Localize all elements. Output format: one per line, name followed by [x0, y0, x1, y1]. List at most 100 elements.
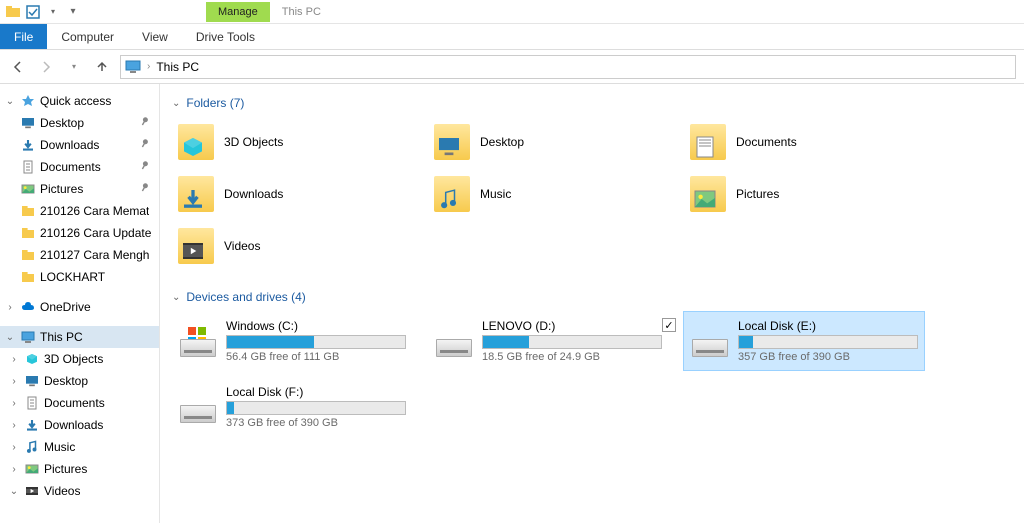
tree-label: Downloads — [44, 418, 103, 432]
drive-item[interactable]: ✓Local Disk (E:)357 GB free of 390 GB — [684, 312, 924, 370]
checkbox-icon[interactable]: ✓ — [662, 318, 676, 332]
expand-icon[interactable]: › — [8, 376, 20, 387]
3d-icon — [24, 351, 40, 367]
drive-capacity-bar — [226, 401, 406, 415]
drive-item[interactable]: LENOVO (D:)18.5 GB free of 24.9 GB — [428, 312, 668, 370]
title-bar: ▾ ▾ Manage This PC — [0, 0, 1024, 24]
folder-item[interactable]: Music — [428, 170, 668, 218]
collapse-icon[interactable]: ⌄ — [4, 96, 16, 107]
folder-icon — [20, 225, 36, 241]
tree-this-pc[interactable]: ⌄ This PC — [0, 326, 159, 348]
desktop-icon — [20, 115, 36, 131]
chevron-right-icon[interactable]: › — [147, 61, 150, 72]
expand-icon[interactable]: ⌄ — [8, 486, 20, 497]
group-header-drives[interactable]: ⌄ Devices and drives (4) — [172, 290, 1012, 304]
tree-label: Quick access — [40, 94, 111, 108]
sidebar-item-quick[interactable]: LOCKHART — [0, 266, 159, 288]
expand-icon[interactable]: › — [8, 464, 20, 475]
folder-item[interactable]: Videos — [172, 222, 412, 270]
chevron-down-icon[interactable]: ⌄ — [172, 98, 180, 109]
ribbon-tab-file[interactable]: File — [0, 24, 47, 49]
folder-icon — [688, 174, 728, 214]
folder-item[interactable]: Pictures — [684, 170, 924, 218]
group-header-label: Folders (7) — [186, 96, 244, 110]
sidebar-item-quick[interactable]: Downloads — [0, 134, 159, 156]
properties-icon[interactable] — [24, 3, 42, 21]
folder-item[interactable]: 3D Objects — [172, 118, 412, 166]
documents-icon — [20, 159, 36, 175]
folder-label: Documents — [736, 135, 797, 149]
qat-overflow-icon[interactable]: ▾ — [64, 3, 82, 21]
drive-free-text: 357 GB free of 390 GB — [738, 351, 918, 363]
address-bar[interactable]: › This PC — [120, 55, 1016, 79]
tree-label: 210126 Cara Memat — [40, 204, 149, 218]
documents-icon — [24, 395, 40, 411]
qat-dropdown-icon[interactable]: ▾ — [44, 3, 62, 21]
expand-icon[interactable]: › — [8, 354, 20, 365]
pin-icon — [138, 181, 157, 198]
ribbon-tab-view[interactable]: View — [128, 24, 182, 49]
ribbon-tab-drive-tools[interactable]: Drive Tools — [182, 24, 269, 49]
sidebar-item-pc[interactable]: ⌄ Videos — [0, 480, 159, 502]
drive-free-text: 18.5 GB free of 24.9 GB — [482, 351, 662, 363]
folder-label: 3D Objects — [224, 135, 283, 149]
group-header-label: Devices and drives (4) — [186, 290, 305, 304]
tree-label: Videos — [44, 484, 80, 498]
downloads-icon — [24, 417, 40, 433]
sidebar-item-pc[interactable]: › Downloads — [0, 414, 159, 436]
this-pc-icon — [125, 59, 141, 75]
ribbon-tab-computer[interactable]: Computer — [47, 24, 128, 49]
collapse-icon[interactable]: ⌄ — [4, 332, 16, 343]
sidebar-item-pc[interactable]: ›Music — [0, 436, 159, 458]
up-button[interactable] — [92, 57, 112, 77]
pin-icon — [138, 115, 157, 132]
expand-icon[interactable]: › — [8, 398, 20, 409]
desktop-icon — [24, 373, 40, 389]
pictures-icon — [24, 461, 40, 477]
folder-label: Music — [480, 187, 511, 201]
forward-button[interactable] — [36, 57, 56, 77]
drive-label: Windows (C:) — [226, 319, 406, 333]
expand-icon[interactable]: › — [8, 420, 20, 431]
folder-icon — [20, 203, 36, 219]
recent-dropdown-icon[interactable]: ▾ — [64, 57, 84, 77]
folder-item[interactable]: Desktop — [428, 118, 668, 166]
folder-item[interactable]: Downloads — [172, 170, 412, 218]
tree-quick-access[interactable]: ⌄ Quick access — [0, 90, 159, 112]
sidebar-item-quick[interactable]: Documents — [0, 156, 159, 178]
drive-item[interactable]: Local Disk (F:)373 GB free of 390 GB — [172, 378, 412, 436]
tree-label: 210126 Cara Update — [40, 226, 151, 240]
drive-free-text: 56.4 GB free of 111 GB — [226, 351, 406, 363]
tree-label: OneDrive — [40, 300, 91, 314]
sidebar-item-pc[interactable]: › 3D Objects — [0, 348, 159, 370]
sidebar-item-quick[interactable]: Desktop — [0, 112, 159, 134]
explorer-icon — [4, 3, 22, 21]
tree-label: Desktop — [44, 374, 88, 388]
tree-onedrive[interactable]: › OneDrive — [0, 296, 159, 318]
drive-item[interactable]: Windows (C:) 56.4 GB free of 111 GB — [172, 312, 412, 370]
videos-icon — [24, 483, 40, 499]
sidebar-item-quick[interactable]: 210126 Cara Update — [0, 222, 159, 244]
back-button[interactable] — [8, 57, 28, 77]
expand-icon[interactable]: › — [4, 302, 16, 313]
folder-label: Pictures — [736, 187, 779, 201]
sidebar-item-quick[interactable]: 210126 Cara Memat — [0, 200, 159, 222]
folder-icon — [688, 122, 728, 162]
sidebar-item-pc[interactable]: › Desktop — [0, 370, 159, 392]
drive-icon — [434, 325, 474, 357]
folder-item[interactable]: Documents — [684, 118, 924, 166]
sidebar-item-quick[interactable]: 210127 Cara Mengh — [0, 244, 159, 266]
expand-icon[interactable]: › — [8, 442, 20, 453]
sidebar-item-quick[interactable]: Pictures — [0, 178, 159, 200]
breadcrumb-location[interactable]: This PC — [156, 60, 199, 74]
chevron-down-icon[interactable]: ⌄ — [172, 292, 180, 303]
context-tab-manage[interactable]: Manage — [206, 2, 270, 22]
sidebar-item-pc[interactable]: ›Pictures — [0, 458, 159, 480]
tree-label: 3D Objects — [44, 352, 103, 366]
drive-icon — [690, 325, 730, 357]
folder-label: Desktop — [480, 135, 524, 149]
sidebar-item-pc[interactable]: ›Documents — [0, 392, 159, 414]
folder-icon — [20, 269, 36, 285]
drive-icon — [178, 325, 218, 357]
group-header-folders[interactable]: ⌄ Folders (7) — [172, 96, 1012, 110]
